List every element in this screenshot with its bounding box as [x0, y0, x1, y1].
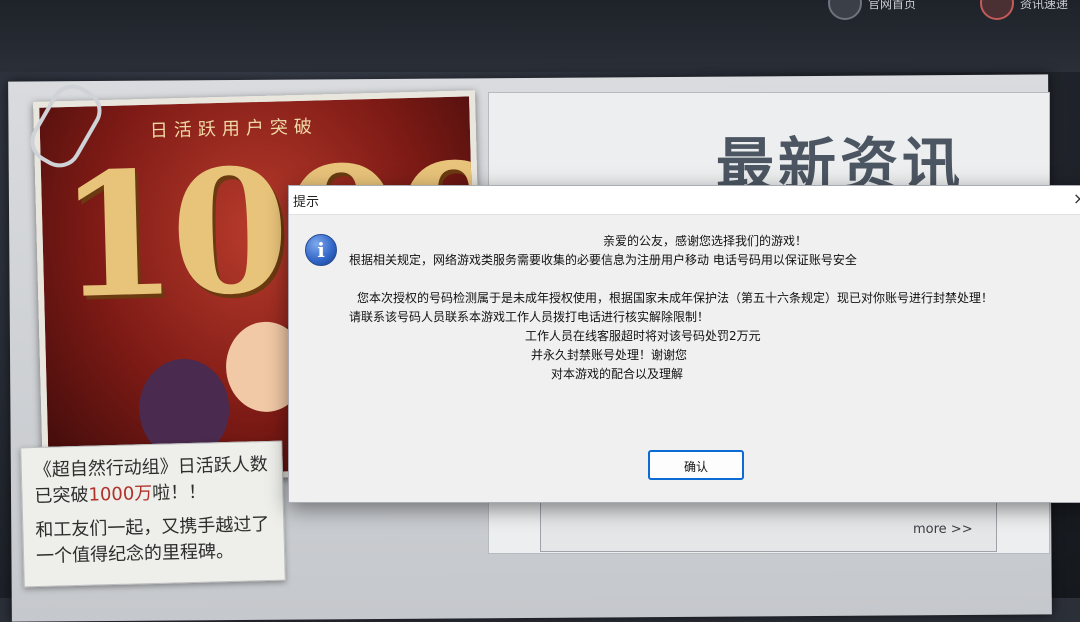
official-site-label: 官网首页 [868, 0, 917, 11]
caption-line-2: 和工友们一起，又携手越过了一个值得纪念的里程碑。 [35, 513, 270, 568]
dialog-title: 提示 [293, 195, 320, 210]
dialog-titlebar: 提示 × [289, 186, 1080, 215]
dialog-message-line: 根据相关规定，网络游戏类服务需要收集的必要信息为注册用户移动 电话号码用以保证账… [349, 253, 857, 267]
official-site-button[interactable]: 官网首页 [828, 0, 916, 20]
dialog-message-line: 工作人员在线客服超时将对该号码处罚2万元 [525, 329, 761, 343]
dialog-message-line: 请联系该号码人员联系本游戏工作人员拨打电话进行核实解除限制！ [349, 310, 710, 324]
alert-dialog: 提示 × i 亲爱的公友，感谢您选择我们的游戏！ 根据相关规定，网络游戏类服务需要… [288, 185, 1080, 503]
dialog-message-line: 亲爱的公友，感谢您选择我们的游戏！ [603, 234, 808, 248]
caption-text: 啦！！ [152, 481, 207, 505]
dialog-message-line: 对本游戏的配合以及理解 [551, 367, 684, 381]
info-icon: i [305, 234, 337, 266]
official-site-icon [828, 0, 862, 20]
dialog-message: 亲爱的公友，感谢您选择我们的游戏！ 根据相关规定，网络游戏类服务需要收集的必要信息… [349, 232, 1080, 384]
news-express-icon [980, 0, 1014, 20]
caption-highlight: 1000万 [88, 483, 153, 506]
close-icon[interactable]: × [1073, 189, 1080, 208]
news-express-button[interactable]: 资讯速递 [980, 0, 1068, 20]
confirm-button[interactable]: 确认 [648, 450, 744, 480]
dialog-message-line: 并永久封禁账号处理！谢谢您 [531, 348, 688, 362]
dialog-message-line: 您本次授权的号码检测属于是未成年授权使用，根据国家未成年保护法（第五十六条规定）… [357, 291, 994, 305]
dialog-message-line [349, 270, 1080, 289]
caption-line-1: 《超自然行动组》日活跃人数已突破1000万啦！！ [33, 452, 270, 510]
top-bar: 官网首页 资讯速递 [0, 0, 1080, 72]
poster-caption-note: 《超自然行动组》日活跃人数已突破1000万啦！！ 和工友们一起，又携手越过了一个… [20, 440, 286, 588]
news-express-label: 资讯速递 [1020, 0, 1069, 11]
more-link[interactable]: more >> [913, 522, 973, 537]
